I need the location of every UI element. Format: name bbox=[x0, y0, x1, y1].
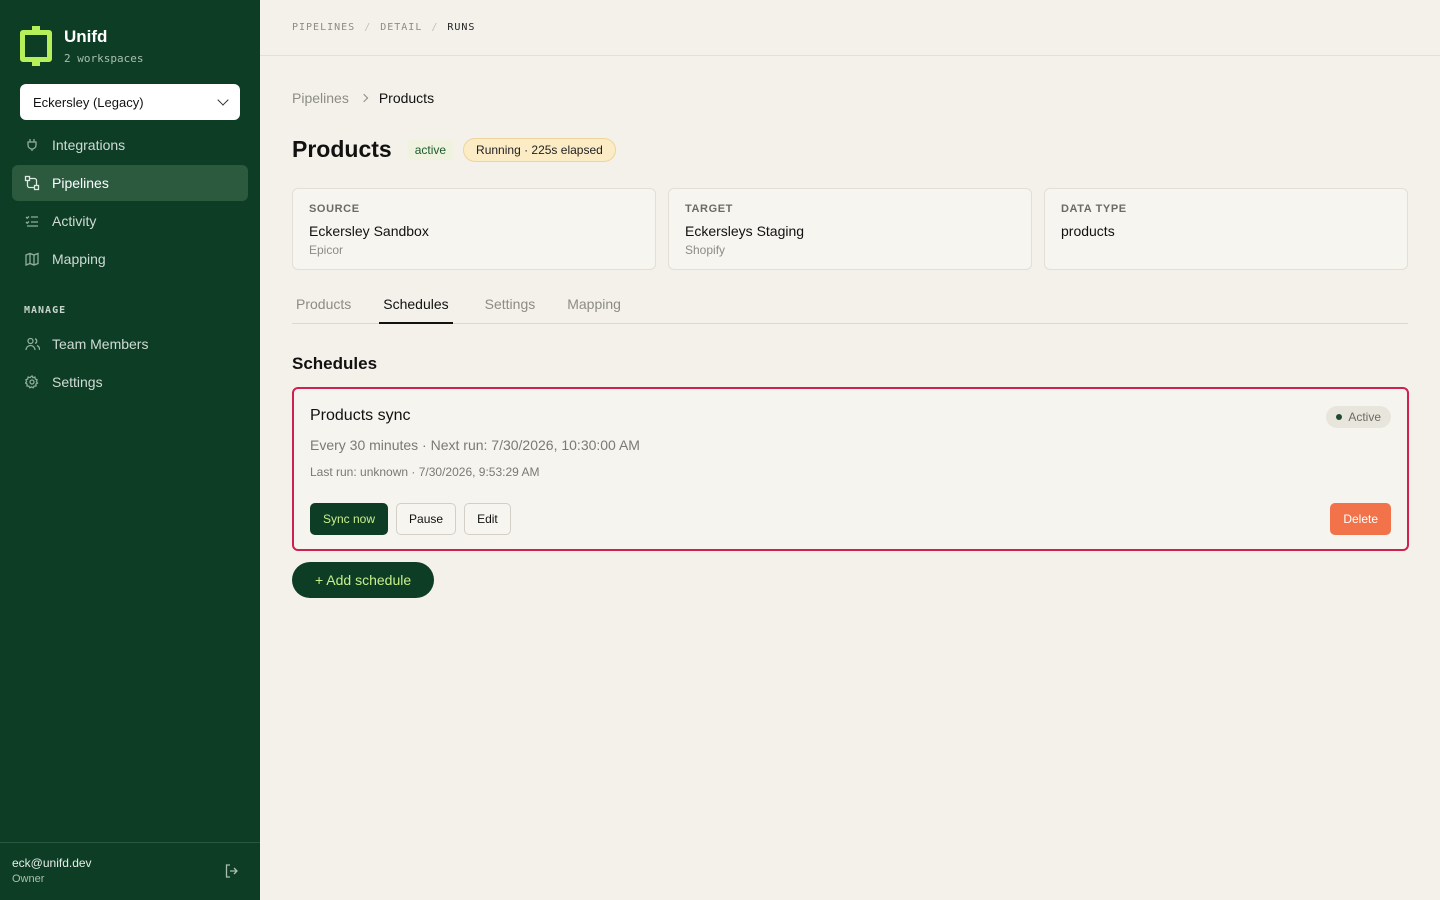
sidebar-item-label: Mapping bbox=[52, 251, 106, 267]
workspace-select-value: Eckersley (Legacy) bbox=[33, 94, 144, 110]
top-crumb-pipelines[interactable]: PIPELINES bbox=[292, 22, 355, 33]
sidebar-item-label: Team Members bbox=[52, 336, 149, 352]
chevron-down-icon bbox=[217, 94, 229, 106]
user-role: Owner bbox=[12, 873, 45, 885]
users-icon bbox=[24, 336, 40, 352]
pipeline-info-cards: SOURCE Eckersley Sandbox Epicor TARGET E… bbox=[292, 188, 1408, 270]
main-nav: Integrations Pipelines Activity Mapping bbox=[12, 127, 248, 279]
edit-button[interactable]: Edit bbox=[464, 503, 511, 535]
sidebar-item-label: Integrations bbox=[52, 137, 126, 153]
unifd-logo-icon bbox=[20, 26, 52, 66]
data-type-card: DATA TYPE products bbox=[1044, 188, 1408, 270]
breadcrumb-pipelines[interactable]: Pipelines bbox=[292, 90, 349, 106]
workspace-select[interactable]: Eckersley (Legacy) bbox=[20, 84, 240, 120]
sidebar-item-integrations[interactable]: Integrations bbox=[12, 127, 248, 163]
logout-icon[interactable] bbox=[224, 863, 240, 879]
plug-icon bbox=[24, 137, 40, 153]
delete-button[interactable]: Delete bbox=[1330, 503, 1391, 535]
card-label: TARGET bbox=[685, 203, 734, 215]
sync-now-button[interactable]: Sync now bbox=[310, 503, 389, 535]
running-badge: Running · 225s elapsed bbox=[463, 137, 616, 162]
sidebar-item-team-members[interactable]: Team Members bbox=[12, 326, 248, 362]
breadcrumb: Pipelines Products bbox=[292, 90, 434, 106]
user-footer: eck@unifd.dev Owner bbox=[0, 842, 260, 900]
tab-settings[interactable]: Settings bbox=[485, 284, 536, 324]
tab-schedules[interactable]: Schedules bbox=[379, 284, 453, 324]
schedule-last-run: Last run: unknown · 7/30/2026, 9:53:29 A… bbox=[310, 465, 540, 479]
source-card: SOURCE Eckersley Sandbox Epicor bbox=[292, 188, 656, 270]
status-dot-icon bbox=[1336, 414, 1343, 420]
manage-section-label: MANAGE bbox=[24, 305, 67, 316]
card-sub: Epicor bbox=[309, 243, 344, 257]
card-label: DATA TYPE bbox=[1061, 203, 1127, 215]
pipeline-icon bbox=[24, 175, 40, 191]
manage-nav: Team Members Settings bbox=[12, 326, 248, 402]
list-check-icon bbox=[24, 213, 40, 229]
workspace-count: 2 workspaces bbox=[64, 52, 144, 65]
sidebar-item-label: Activity bbox=[52, 213, 97, 229]
top-breadcrumb: PIPELINES / DETAIL / RUNS bbox=[260, 0, 1440, 56]
section-title: Schedules bbox=[292, 354, 378, 373]
schedule-card: Products sync Every 30 minutes · Next ru… bbox=[292, 387, 1409, 551]
title-row: Products active Running · 225s elapsed bbox=[292, 136, 616, 163]
app-name: Unifd bbox=[64, 27, 108, 46]
status-badge: active bbox=[407, 139, 454, 160]
tab-bar: Products Schedules Settings Mapping bbox=[292, 284, 1408, 324]
top-crumb-runs: RUNS bbox=[447, 22, 476, 33]
top-crumb-detail[interactable]: DETAIL bbox=[380, 22, 422, 33]
pause-button[interactable]: Pause bbox=[396, 503, 457, 535]
target-card: TARGET Eckersleys Staging Shopify bbox=[668, 188, 1032, 270]
brand: Unifd 2 workspaces bbox=[20, 26, 144, 66]
card-sub: Shopify bbox=[685, 243, 726, 257]
sidebar-item-mapping[interactable]: Mapping bbox=[12, 241, 248, 277]
map-icon bbox=[24, 251, 40, 267]
sidebar: Unifd 2 workspaces Eckersley (Legacy) In… bbox=[0, 0, 260, 900]
card-value: Eckersleys Staging bbox=[685, 223, 805, 239]
gear-icon bbox=[24, 374, 40, 390]
card-value: products bbox=[1061, 223, 1115, 239]
schedule-actions: Sync now Pause Edit bbox=[310, 503, 511, 535]
card-label: SOURCE bbox=[309, 203, 360, 215]
schedule-frequency: Every 30 minutes · Next run: 7/30/2026, … bbox=[310, 437, 640, 453]
schedule-name: Products sync bbox=[310, 407, 411, 424]
sidebar-item-settings[interactable]: Settings bbox=[12, 364, 248, 400]
breadcrumb-current: Products bbox=[378, 90, 435, 106]
tab-mapping[interactable]: Mapping bbox=[567, 284, 621, 324]
sidebar-item-pipelines[interactable]: Pipelines bbox=[12, 165, 248, 201]
chevron-right-icon bbox=[359, 93, 369, 103]
user-email: eck@unifd.dev bbox=[12, 856, 92, 870]
sidebar-item-label: Settings bbox=[52, 374, 103, 390]
sidebar-item-label: Pipelines bbox=[52, 175, 109, 191]
sidebar-item-activity[interactable]: Activity bbox=[12, 203, 248, 239]
schedule-status-badge: Active bbox=[1326, 406, 1391, 428]
page-title: Products bbox=[292, 136, 392, 162]
add-schedule-button[interactable]: + Add schedule bbox=[292, 562, 435, 598]
tab-products[interactable]: Products bbox=[296, 284, 351, 324]
card-value: Eckersley Sandbox bbox=[309, 223, 429, 239]
